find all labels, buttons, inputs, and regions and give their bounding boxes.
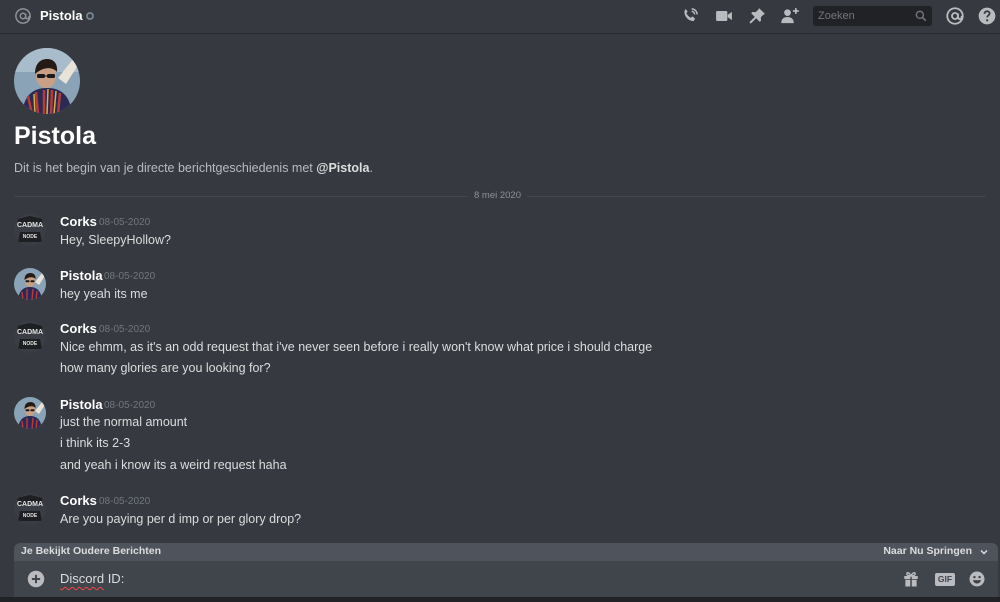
corks-avatar[interactable]: CADMA NODE bbox=[14, 493, 46, 525]
message-text: and yeah i know its a weird request haha bbox=[60, 458, 287, 472]
message-timestamp: 08-05-2020 bbox=[99, 217, 151, 228]
message-text: Hey, SleepyHollow? bbox=[60, 233, 171, 247]
bottom-edge bbox=[0, 597, 1000, 602]
add-attachment-icon[interactable] bbox=[27, 570, 45, 588]
emoji-icon[interactable] bbox=[967, 570, 987, 588]
help-icon[interactable] bbox=[977, 6, 997, 26]
jump-to-present-button[interactable]: Naar Nu Springen bbox=[883, 545, 972, 557]
add-friend-icon[interactable] bbox=[780, 6, 800, 26]
intro-title: Pistola bbox=[14, 122, 96, 150]
channel-header: Pistola bbox=[0, 0, 1000, 33]
message-composer[interactable]: Discord ID: GIF bbox=[14, 561, 998, 597]
phone-call-icon[interactable] bbox=[680, 6, 700, 26]
message-input[interactable]: Discord ID: bbox=[60, 571, 124, 586]
message-input-word: Discord bbox=[60, 571, 105, 586]
message-text: just the normal amount bbox=[60, 415, 188, 429]
pistola-avatar[interactable] bbox=[14, 48, 80, 114]
search-box[interactable] bbox=[813, 6, 932, 26]
message-timestamp: 08-05-2020 bbox=[99, 496, 151, 507]
corks-avatar-top-text: CADMA bbox=[17, 222, 43, 229]
message-author[interactable]: Pistola bbox=[60, 397, 103, 412]
corks-avatar-bottom-text: NODE bbox=[23, 341, 38, 347]
corks-avatar-bottom-text: NODE bbox=[23, 513, 38, 519]
mentions-icon[interactable] bbox=[945, 6, 965, 26]
message-text: hey yeah its me bbox=[60, 287, 148, 301]
message-timestamp: 08-05-2020 bbox=[104, 271, 156, 282]
status-offline-icon bbox=[86, 12, 94, 20]
message-timestamp: 08-05-2020 bbox=[99, 324, 151, 335]
search-input[interactable] bbox=[818, 9, 908, 23]
pistola-avatar-small[interactable] bbox=[14, 397, 46, 429]
message-author[interactable]: Corks bbox=[60, 214, 97, 229]
corks-avatar[interactable]: CADMA NODE bbox=[14, 214, 46, 246]
video-call-icon[interactable] bbox=[714, 6, 734, 26]
message-author[interactable]: Corks bbox=[60, 321, 97, 336]
message-text: how many glories are you looking for? bbox=[60, 361, 271, 375]
pin-icon[interactable] bbox=[747, 6, 767, 26]
search-icon bbox=[915, 10, 927, 22]
at-icon bbox=[15, 8, 31, 24]
intro-text-prefix: Dit is het begin van je directe berichtg… bbox=[14, 161, 317, 175]
corks-avatar-top-text: CADMA bbox=[17, 329, 43, 336]
corks-avatar[interactable]: CADMA NODE bbox=[14, 321, 46, 353]
intro-text: Dit is het begin van je directe berichtg… bbox=[14, 161, 373, 175]
message-author[interactable]: Corks bbox=[60, 493, 97, 508]
corks-avatar-bottom-text: NODE bbox=[23, 234, 38, 240]
message-text: i think its 2-3 bbox=[60, 436, 131, 450]
older-messages-bar: Je Bekijkt Oudere Berichten Naar Nu Spri… bbox=[14, 543, 998, 561]
corks-avatar-top-text: CADMA bbox=[17, 501, 43, 508]
pistola-avatar-small[interactable] bbox=[14, 268, 46, 300]
date-divider-label: 8 mei 2020 bbox=[468, 190, 528, 201]
gift-icon[interactable] bbox=[901, 570, 921, 588]
intro-mention[interactable]: @Pistola bbox=[316, 161, 369, 175]
gif-button[interactable]: GIF bbox=[935, 573, 955, 586]
message-text: Are you paying per d imp or per glory dr… bbox=[60, 512, 302, 526]
channel-title: Pistola bbox=[40, 8, 83, 23]
intro-text-suffix: . bbox=[369, 161, 373, 175]
message-author[interactable]: Pistola bbox=[60, 268, 103, 283]
older-messages-label: Je Bekijkt Oudere Berichten bbox=[21, 545, 162, 557]
message-timestamp: 08-05-2020 bbox=[104, 400, 156, 411]
message-text: Nice ehmm, as it's an odd request that i… bbox=[60, 340, 653, 354]
message-input-rest: ID: bbox=[104, 571, 125, 586]
chevron-down-icon[interactable] bbox=[978, 546, 990, 558]
